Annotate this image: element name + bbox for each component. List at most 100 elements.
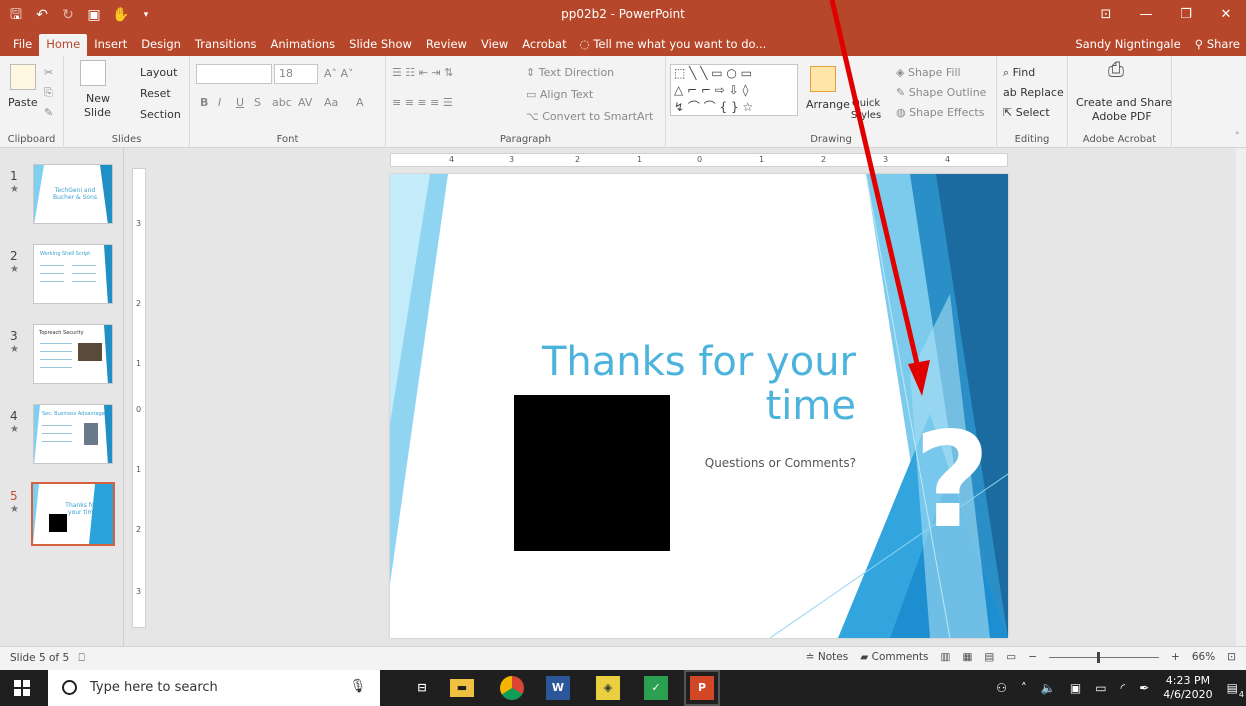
- reset-button[interactable]: Reset: [140, 87, 171, 101]
- slide-thumbnail-3[interactable]: 3 ★ Topreach Security: [0, 322, 124, 392]
- chrome-icon[interactable]: [500, 676, 524, 700]
- wifi-icon[interactable]: ◜: [1121, 681, 1126, 695]
- align-icons[interactable]: ≡ ≡ ≡ ≡ ☰: [392, 96, 453, 110]
- zoom-slider-knob[interactable]: [1097, 651, 1101, 663]
- tab-design[interactable]: Design: [134, 34, 188, 56]
- windows-start-icon[interactable]: [14, 680, 30, 696]
- grow-font-icon[interactable]: A˄ A˅: [324, 67, 354, 81]
- collapse-ribbon-icon[interactable]: ˄: [1235, 130, 1241, 144]
- microphone-icon[interactable]: 🎙: [349, 679, 366, 694]
- slideshow-icon[interactable]: ▭: [1006, 651, 1016, 663]
- vertical-scrollbar[interactable]: [1236, 148, 1246, 646]
- slide-thumbnail-2[interactable]: 2 ★ Working Shell Script: [0, 242, 124, 312]
- save-icon[interactable]: 🖫: [8, 6, 24, 24]
- normal-view-icon[interactable]: ▥: [941, 651, 951, 663]
- customize-qat-icon[interactable]: ▾: [138, 6, 154, 24]
- quick-styles-button[interactable]: Quick Styles: [842, 98, 890, 122]
- redo-icon[interactable]: ↻: [60, 6, 76, 24]
- shapes-gallery[interactable]: ⬚ ╲ ╲ ▭ ○ ▭ △ ⌐ ⌐ ⇨ ⇩ ◊ ↯ ⌒ ⌒ { } ☆: [670, 64, 798, 116]
- zoom-level[interactable]: 66%: [1192, 651, 1215, 663]
- restore-icon[interactable]: ❐: [1166, 0, 1206, 30]
- strikethrough-button[interactable]: abc: [272, 96, 292, 110]
- slide-sorter-icon[interactable]: ▦: [962, 651, 972, 663]
- task-view-icon[interactable]: ⊟: [410, 676, 434, 700]
- spellcheck-icon[interactable]: ⎕: [78, 652, 84, 664]
- new-slide-label[interactable]: Slide: [84, 106, 111, 120]
- font-name-box[interactable]: [196, 64, 272, 84]
- replace-button[interactable]: ab Replace: [1003, 86, 1064, 100]
- notes-button[interactable]: ≐ Notes: [806, 651, 848, 663]
- meeting-icon[interactable]: ▣: [1070, 681, 1081, 695]
- tab-slide-show[interactable]: Slide Show: [342, 34, 419, 56]
- close-icon[interactable]: ✕: [1206, 0, 1246, 30]
- ribbon-display-options-icon[interactable]: ⊡: [1086, 0, 1126, 30]
- share-button[interactable]: ⚲ Share: [1195, 37, 1240, 51]
- format-painter-icon[interactable]: ✎: [44, 106, 53, 120]
- tab-transitions[interactable]: Transitions: [188, 34, 264, 56]
- people-icon[interactable]: ⚇: [996, 681, 1007, 695]
- action-center-icon[interactable]: ▤ 4: [1227, 681, 1244, 699]
- adobe-pdf-label[interactable]: Adobe PDF: [1092, 110, 1152, 124]
- tab-review[interactable]: Review: [419, 34, 474, 56]
- select-button[interactable]: ⇱ Select: [1003, 106, 1050, 120]
- powerpoint-icon[interactable]: P: [684, 670, 720, 706]
- slide-subtitle[interactable]: Questions or Comments?: [590, 456, 856, 470]
- app-icon[interactable]: ✓: [644, 676, 668, 700]
- zoom-out-button[interactable]: −: [1028, 651, 1037, 663]
- photos-icon[interactable]: ◈: [596, 676, 620, 700]
- touch-mode-icon[interactable]: ✋: [112, 6, 129, 24]
- user-name[interactable]: Sandy Nigntingale: [1075, 37, 1180, 51]
- file-explorer-icon[interactable]: ▬: [450, 679, 474, 697]
- shadow-button[interactable]: S: [254, 96, 261, 110]
- char-spacing-icon[interactable]: AV: [298, 96, 312, 110]
- tab-insert[interactable]: Insert: [87, 34, 134, 56]
- minimize-icon[interactable]: —: [1126, 0, 1166, 30]
- convert-smartart-button[interactable]: ⌥ Convert to SmartArt: [526, 110, 653, 124]
- tab-view[interactable]: View: [474, 34, 515, 56]
- shape-effects-button[interactable]: ◍ Shape Effects: [896, 106, 984, 120]
- new-slide-button[interactable]: New: [86, 92, 110, 106]
- underline-button[interactable]: U: [236, 96, 244, 110]
- volume-icon[interactable]: 🔈: [1041, 681, 1056, 695]
- tab-file[interactable]: File: [6, 34, 39, 56]
- tab-acrobat[interactable]: Acrobat: [515, 34, 573, 56]
- italic-button[interactable]: I: [218, 96, 221, 110]
- taskbar-search-box[interactable]: Type here to search 🎙: [48, 670, 380, 706]
- copy-icon[interactable]: ⎘: [44, 86, 53, 100]
- section-button[interactable]: Section: [140, 108, 181, 122]
- shape-outline-button[interactable]: ✎ Shape Outline: [896, 86, 986, 100]
- shape-fill-button[interactable]: ◈ Shape Fill: [896, 66, 961, 80]
- tab-animations[interactable]: Animations: [264, 34, 343, 56]
- comments-button[interactable]: ▰ Comments: [860, 651, 928, 663]
- battery-icon[interactable]: ▭: [1095, 681, 1106, 695]
- reading-view-icon[interactable]: ▤: [984, 651, 994, 663]
- pen-tray-icon[interactable]: ✒: [1139, 681, 1149, 695]
- zoom-slider[interactable]: [1049, 651, 1160, 663]
- undo-icon[interactable]: ↶: [34, 6, 50, 24]
- show-hidden-icons[interactable]: ˄: [1021, 681, 1027, 695]
- word-icon[interactable]: W: [546, 676, 570, 700]
- slide-thumbnail-5[interactable]: 5 ★ Thanks for your time: [0, 482, 124, 552]
- slide-thumbnail-4[interactable]: 4 ★ Sec. Business Advantage: [0, 402, 124, 472]
- bold-button[interactable]: B: [200, 96, 208, 110]
- create-share-button[interactable]: Create and Share: [1076, 96, 1172, 110]
- paste-button[interactable]: Paste: [8, 96, 38, 110]
- align-text-button[interactable]: ▭ Align Text: [526, 88, 593, 102]
- presentation-icon[interactable]: ▣: [86, 6, 102, 24]
- tell-me-box[interactable]: ◌ Tell me what you want to do...: [574, 34, 773, 56]
- bullets-icon[interactable]: ☰ ☷ ⇤ ⇥ ⇅: [392, 66, 453, 80]
- slide-thumbnail-1[interactable]: 1 ★ TechGeni and Bucher & Sons: [0, 162, 124, 232]
- taskbar-clock[interactable]: 4:23 PM 4/6/2020: [1163, 674, 1212, 702]
- zoom-in-button[interactable]: +: [1171, 651, 1180, 663]
- find-button[interactable]: ⌕ Find: [1003, 66, 1035, 80]
- text-direction-button[interactable]: ⇕ Text Direction: [526, 66, 614, 80]
- tab-home[interactable]: Home: [39, 34, 88, 56]
- font-size-box[interactable]: 18: [274, 64, 318, 84]
- fit-slide-icon[interactable]: ⊡: [1227, 651, 1236, 663]
- font-color-icon[interactable]: A: [356, 96, 364, 110]
- layout-button[interactable]: Layout: [140, 66, 177, 80]
- slide-canvas[interactable]: ? Thanks for your time Questions or Comm…: [390, 174, 1008, 638]
- black-image-placeholder[interactable]: [514, 395, 670, 551]
- cut-icon[interactable]: ✂: [44, 66, 53, 80]
- change-case-icon[interactable]: Aa: [324, 96, 338, 110]
